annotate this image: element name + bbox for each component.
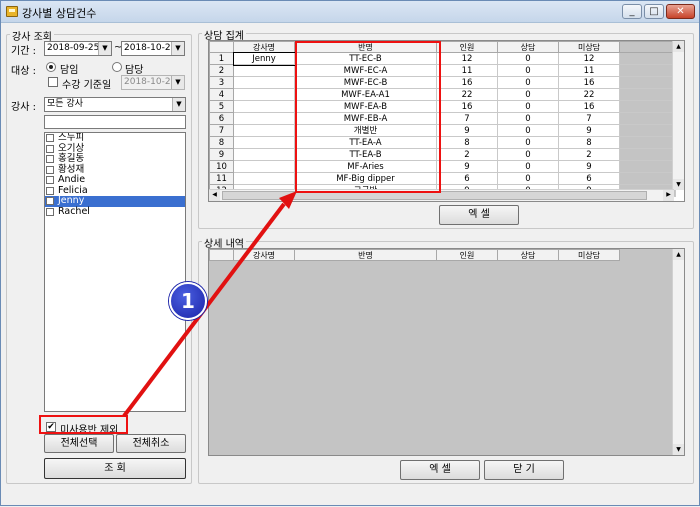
- callout-number-badge: 1: [169, 282, 207, 320]
- app-window: 강사별 상담건수 _ □ ✕ 강사 조회 기간 : 2018-09-25 ▼ ~ …: [0, 0, 700, 506]
- callout-arrow: [122, 191, 297, 418]
